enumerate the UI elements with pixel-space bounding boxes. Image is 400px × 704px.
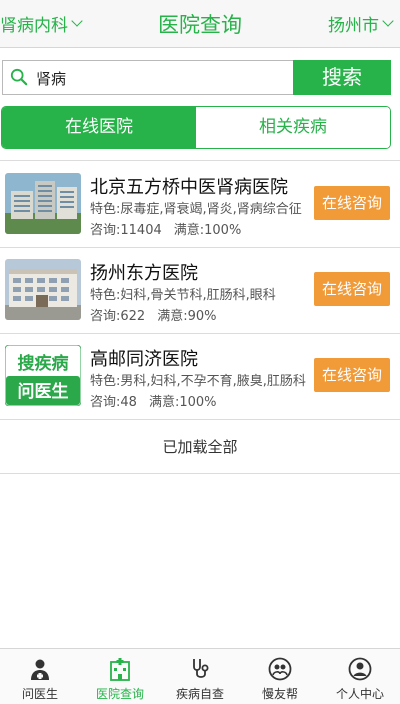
city-selector[interactable]: 扬州市 <box>328 11 394 36</box>
online-consult-button[interactable]: 在线咨询 <box>314 186 390 220</box>
hospital-specialty: 特色:男科,妇科,不孕不育,腋臭,肛肠科 <box>90 374 306 389</box>
bottom-nav: 问医生 医院查询 疾病自查 慢友帮 个人中心 <box>0 648 400 704</box>
tab-bar: 在线医院 相关疾病 <box>1 106 391 149</box>
nav-label: 慢友帮 <box>261 687 298 701</box>
doctor-icon <box>31 659 49 680</box>
svg-text:问医生: 问医生 <box>18 381 69 402</box>
hospital-photo <box>5 173 81 234</box>
stethoscope-icon <box>193 659 209 678</box>
hospital-icon <box>110 658 130 681</box>
tab-online-hospitals[interactable]: 在线医院 <box>2 107 196 148</box>
svg-text:搜疾病: 搜疾病 <box>18 353 69 374</box>
online-consult-button[interactable]: 在线咨询 <box>314 358 390 392</box>
nav-item-profile[interactable]: 个人中心 <box>320 649 400 704</box>
hospital-specialty: 特色:妇科,骨关节科,肛肠科,眼科 <box>90 288 276 303</box>
hospital-stats: 咨询:11404 满意:100% <box>90 219 241 238</box>
load-status: 已加载全部 <box>0 420 400 474</box>
nav-item-chronic-friends[interactable]: 慢友帮 <box>240 649 320 704</box>
hospital-stats: 咨询:622 满意:90% <box>90 305 216 324</box>
search-button[interactable]: 搜索 <box>293 60 391 95</box>
user-icon <box>348 657 372 681</box>
chevron-down-icon <box>382 15 394 27</box>
nav-item-self-check[interactable]: 疾病自查 <box>160 649 240 704</box>
search-input[interactable]: 肾病 <box>2 60 293 95</box>
consult-count: 咨询:622 <box>90 309 146 324</box>
hospital-list: 北京五方桥中医肾病医院 特色:尿毒症,肾衰竭,肾炎,肾病综合征 咨询:11404… <box>0 162 400 420</box>
hospital-photo <box>5 259 81 320</box>
city-label: 扬州市 <box>328 16 379 36</box>
nav-label: 个人中心 <box>335 687 384 701</box>
nav-label: 疾病自查 <box>175 687 224 701</box>
hospital-item[interactable]: 扬州东方医院 特色:妇科,骨关节科,肛肠科,眼科 咨询:622 满意:90% 在线… <box>0 248 400 334</box>
nav-label: 医院查询 <box>95 687 144 701</box>
satisfaction-rate: 满意:100% <box>173 223 242 238</box>
top-bar: 肾病内科 医院查询 扬州市 <box>0 0 400 48</box>
search-bar: 肾病 搜索 <box>0 58 400 96</box>
nav-item-ask-doctor[interactable]: 问医生 <box>0 649 80 704</box>
hospital-name: 扬州东方医院 <box>90 263 198 284</box>
friends-icon <box>268 657 292 681</box>
hospital-item[interactable]: 搜疾病 问医生 高邮同济医院 特色:男科,妇科,不孕不育,腋臭,肛肠科 咨询:4… <box>0 334 400 420</box>
satisfaction-rate: 满意:100% <box>148 395 217 410</box>
hospital-name: 北京五方桥中医肾病医院 <box>90 177 288 198</box>
divider <box>0 160 400 161</box>
nav-item-hospital-search[interactable]: 医院查询 <box>80 649 160 704</box>
hospital-stats: 咨询:48 满意:100% <box>90 391 216 410</box>
consult-count: 咨询:48 <box>90 395 137 410</box>
nav-label: 问医生 <box>21 687 58 701</box>
search-icon <box>10 68 28 86</box>
hospital-item[interactable]: 北京五方桥中医肾病医院 特色:尿毒症,肾衰竭,肾炎,肾病综合征 咨询:11404… <box>0 162 400 248</box>
hospital-specialty: 特色:尿毒症,肾衰竭,肾炎,肾病综合征 <box>90 202 302 217</box>
hospital-name: 高邮同济医院 <box>90 349 198 370</box>
online-consult-button[interactable]: 在线咨询 <box>314 272 390 306</box>
hospital-logo: 搜疾病 问医生 <box>5 345 81 406</box>
consult-count: 咨询:11404 <box>90 223 162 238</box>
satisfaction-rate: 满意:90% <box>157 309 217 324</box>
tab-related-diseases[interactable]: 相关疾病 <box>196 107 390 148</box>
search-query: 肾病 <box>36 70 67 88</box>
